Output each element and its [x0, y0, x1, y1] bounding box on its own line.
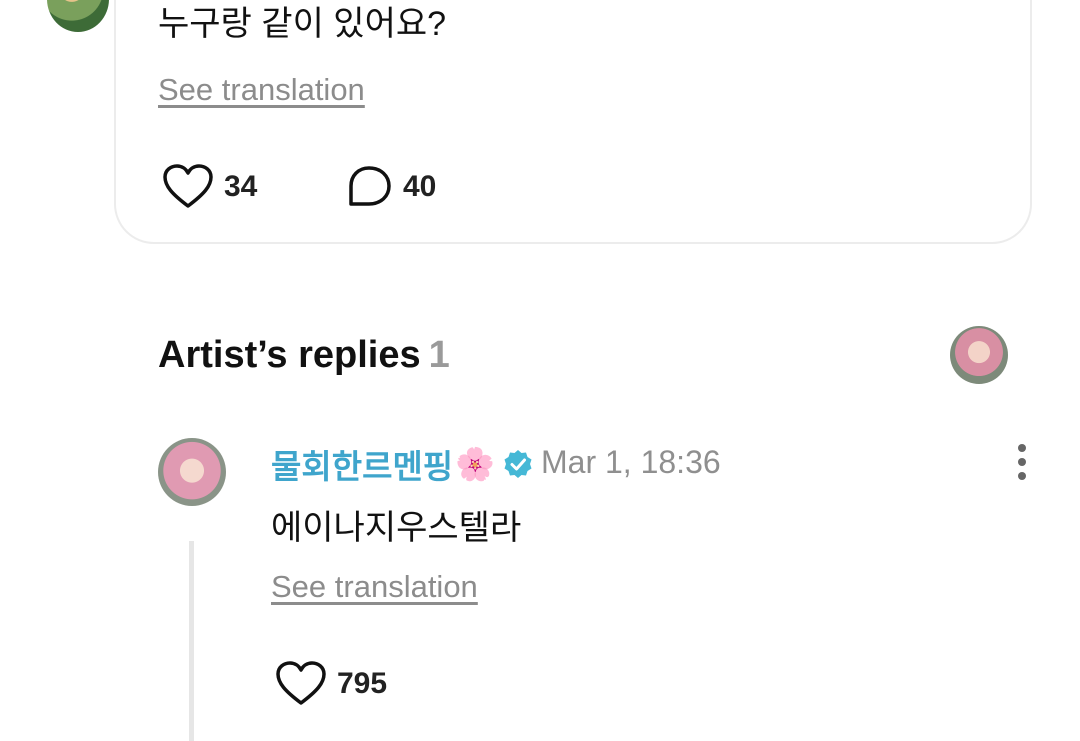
thread-line: [189, 541, 194, 741]
reply-author-avatar[interactable]: [158, 438, 226, 506]
post-author-avatar[interactable]: [47, 0, 109, 32]
more-vertical-icon: [1010, 444, 1034, 480]
reply-like-count: 795: [337, 667, 388, 700]
post-comment-button[interactable]: 40: [345, 164, 436, 210]
verified-badge-icon: [504, 450, 532, 478]
artist-replies-count: 1: [428, 334, 450, 376]
artist-replies-title: Artist’s replies: [158, 334, 421, 376]
reply-timestamp: Mar 1, 18:36: [541, 444, 721, 480]
heart-icon: [276, 661, 326, 705]
post-see-translation-link[interactable]: See translation: [158, 72, 365, 108]
post-like-count: 34: [224, 170, 258, 203]
reply-see-translation-link[interactable]: See translation: [271, 569, 478, 605]
post-like-button[interactable]: 34: [162, 164, 257, 210]
more-options-button[interactable]: [1010, 444, 1034, 480]
reply-author-name-text: 물회한르멘핑: [271, 448, 454, 485]
post-comment-count: 40: [403, 170, 437, 203]
heart-icon: [163, 164, 213, 208]
artist-replies-heading: Artist’s replies 1: [158, 334, 450, 377]
reply-like-button[interactable]: 795: [275, 661, 387, 707]
reply-author-name[interactable]: 물회한르멘핑 🌸: [271, 440, 533, 488]
post-text: 누구랑 같이 있어요?: [158, 5, 447, 43]
artist-avatar[interactable]: [950, 326, 1008, 384]
reply-text: 에이나지우스텔라: [271, 509, 522, 547]
comment-bubble-icon: [349, 166, 391, 206]
cherry-blossom-emoji: 🌸: [455, 446, 496, 482]
